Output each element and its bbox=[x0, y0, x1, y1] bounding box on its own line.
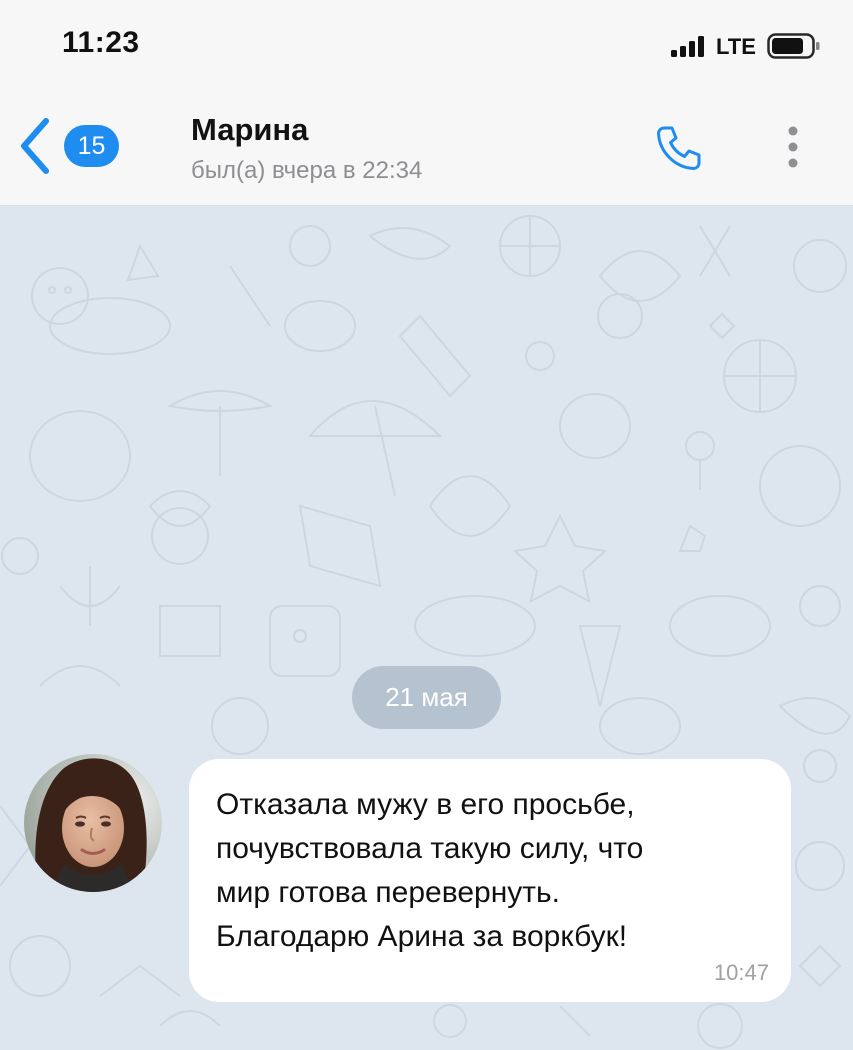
battery-icon bbox=[767, 33, 820, 59]
avatar-photo bbox=[24, 754, 162, 892]
phone-icon bbox=[657, 126, 701, 170]
date-separator: 21 мая bbox=[352, 666, 501, 729]
chat-area[interactable]: 21 мая Отказала мужу в его просьбе, почу… bbox=[0, 206, 853, 1050]
contact-name[interactable]: Марина bbox=[191, 112, 308, 148]
chat-header: 15 Марина был(а) вчера в 22:34 bbox=[0, 95, 853, 206]
message-text: Отказала мужу в его просьбе, почувствова… bbox=[216, 788, 644, 953]
status-time: 11:23 bbox=[62, 26, 140, 59]
status-bar: 11:23 LTE bbox=[0, 0, 853, 95]
contact-last-seen: был(а) вчера в 22:34 bbox=[191, 157, 423, 184]
signal-bars-icon bbox=[671, 36, 704, 57]
chevron-left-icon bbox=[21, 118, 49, 174]
call-button[interactable] bbox=[654, 123, 704, 173]
more-menu-button[interactable] bbox=[778, 123, 808, 173]
unread-count-badge: 15 bbox=[64, 125, 119, 167]
avatar[interactable] bbox=[24, 754, 162, 892]
message-timestamp: 10:47 bbox=[713, 960, 769, 985]
network-type-label: LTE bbox=[716, 34, 756, 59]
back-button[interactable]: 15 bbox=[14, 117, 124, 177]
message-bubble[interactable]: Отказала мужу в его просьбе, почувствова… bbox=[189, 759, 791, 1002]
more-vertical-icon bbox=[788, 126, 798, 168]
